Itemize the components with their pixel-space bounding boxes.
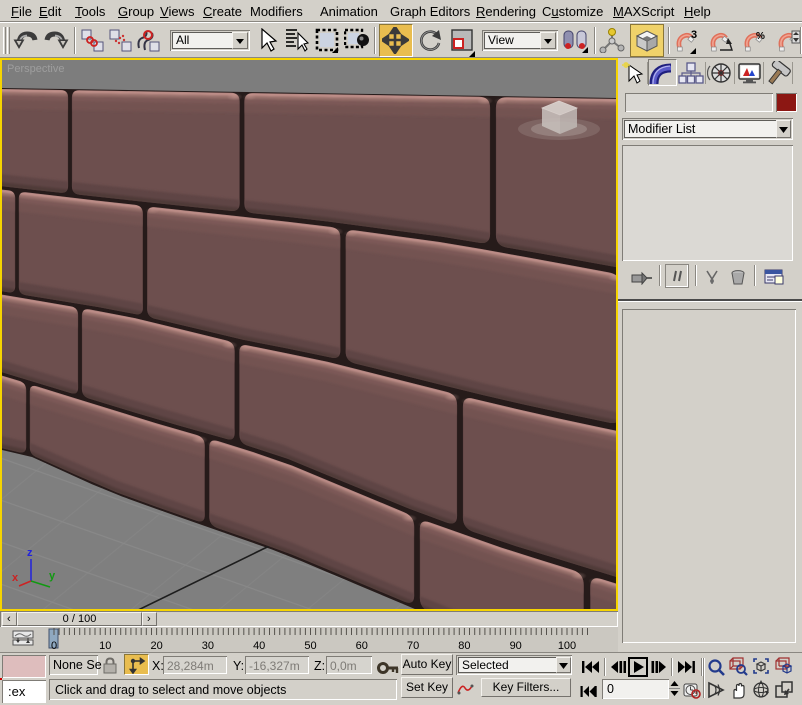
svg-text:60: 60: [356, 640, 368, 652]
svg-text:30: 30: [202, 640, 214, 652]
svg-text:100: 100: [558, 640, 576, 652]
svg-text:0: 0: [51, 640, 57, 652]
svg-text:%: %: [756, 31, 765, 42]
svg-text:40: 40: [253, 640, 265, 652]
svg-text:70: 70: [407, 640, 419, 652]
svg-text:90: 90: [510, 640, 522, 652]
svg-text:x: x: [12, 572, 19, 584]
svg-text:10: 10: [99, 640, 111, 652]
svg-text:3: 3: [691, 29, 697, 41]
svg-text:z: z: [27, 547, 33, 559]
svg-text:y: y: [49, 570, 56, 582]
svg-text:20: 20: [150, 640, 162, 652]
svg-text:80: 80: [458, 640, 470, 652]
svg-text:50: 50: [304, 640, 316, 652]
